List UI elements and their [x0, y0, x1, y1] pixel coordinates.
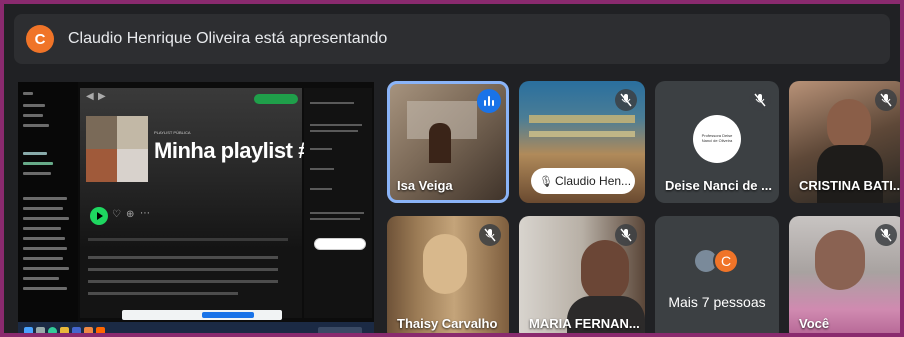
participant-tile[interactable]: Professora Deise Nanci de Oliveira Deise… — [655, 81, 779, 203]
participant-tile[interactable]: Isa Veiga — [387, 81, 509, 203]
participant-name: Isa Veiga — [397, 178, 453, 193]
presenter-avatar: C — [26, 25, 54, 53]
meet-window: C Claudio Henrique Oliveira está apresen… — [4, 4, 900, 333]
participant-tile[interactable]: Thaisy Carvalho — [387, 216, 509, 333]
mic-off-icon — [615, 89, 637, 111]
app-icon[interactable] — [96, 327, 105, 333]
participant-name: Thaisy Carvalho — [397, 316, 498, 331]
search-icon[interactable] — [36, 327, 45, 333]
account-badge[interactable] — [254, 94, 298, 104]
mic-off-icon — [479, 224, 501, 246]
chrome-icon[interactable] — [48, 327, 57, 333]
playlist-cover — [86, 116, 148, 182]
app-icon[interactable] — [84, 327, 93, 333]
mic-off-icon — [749, 89, 771, 111]
participant-avatar: Professora Deise Nanci de Oliveira — [693, 115, 741, 163]
participant-avatar-icon: 🎙 — [539, 176, 553, 188]
participant-name: Você — [799, 316, 830, 331]
windows-taskbar — [18, 322, 374, 333]
self-view-tile[interactable]: Você — [789, 216, 900, 333]
track-row[interactable] — [88, 280, 278, 283]
screen-share-snackbar — [122, 310, 282, 320]
track-row[interactable] — [88, 292, 238, 295]
participant-tile[interactable]: CRISTINA BATI... — [789, 81, 900, 203]
participant-name: Deise Nanci de ... — [665, 178, 772, 193]
more-participants-label: Mais 7 pessoas — [668, 294, 766, 310]
spotify-main-panel: ◀ ▶ PLAYLIST PÚBLICA Minha playlist #4 ♡… — [80, 88, 322, 318]
windows-start-icon[interactable] — [24, 327, 33, 333]
playlist-title: Minha playlist #4 — [154, 138, 322, 163]
avatar-caption: Professora Deise Nanci de Oliveira — [701, 133, 733, 143]
mic-off-icon — [875, 89, 897, 111]
participant-tile[interactable]: MARIA FERNAN... — [519, 216, 645, 333]
file-explorer-icon[interactable] — [60, 327, 69, 333]
stop-sharing-button[interactable] — [202, 312, 254, 318]
participant-name: MARIA FERNAN... — [529, 316, 640, 331]
speaking-indicator-icon — [477, 89, 501, 113]
heart-icon[interactable]: ♡ — [112, 209, 121, 220]
download-icon[interactable]: ⊕ — [126, 209, 134, 220]
presenter-banner-text: Claudio Henrique Oliveira está apresenta… — [68, 30, 388, 47]
spotify-sidebar — [18, 82, 78, 322]
presenter-banner: C Claudio Henrique Oliveira está apresen… — [14, 14, 890, 64]
participant-avatar: C — [713, 248, 739, 274]
app-icon[interactable] — [72, 327, 81, 333]
system-tray — [318, 327, 362, 333]
mic-off-icon — [615, 224, 637, 246]
playlist-type-label: PLAYLIST PÚBLICA — [154, 130, 191, 135]
more-icon[interactable]: ⋯ — [140, 208, 150, 219]
tracklist-header — [88, 238, 288, 241]
participant-tile[interactable]: 🎙 Claudio Hen... — [519, 81, 645, 203]
preferences-button[interactable] — [314, 238, 366, 250]
participant-name: Claudio Hen... — [555, 174, 632, 188]
track-row[interactable] — [88, 268, 278, 271]
participant-name: CRISTINA BATI... — [799, 178, 900, 193]
play-button[interactable] — [90, 207, 108, 225]
shared-screen[interactable]: ◀ ▶ PLAYLIST PÚBLICA Minha playlist #4 ♡… — [18, 82, 374, 333]
mic-off-icon — [875, 224, 897, 246]
more-participants-tile[interactable]: C Mais 7 pessoas — [655, 216, 779, 333]
track-row[interactable] — [88, 256, 278, 259]
back-arrow-icon[interactable]: ◀ — [86, 91, 94, 102]
forward-arrow-icon[interactable]: ▶ — [98, 91, 106, 102]
spotify-right-panel — [304, 88, 372, 318]
